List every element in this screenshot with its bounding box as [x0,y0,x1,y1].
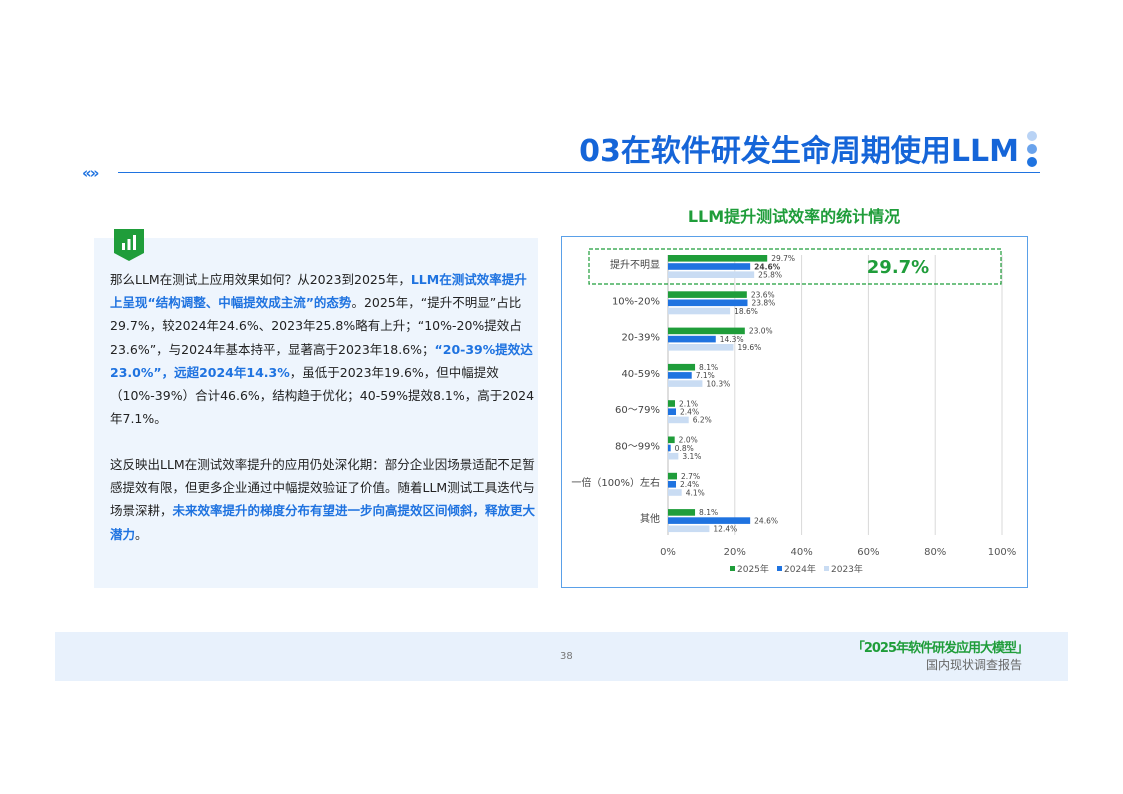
data-label: 8.1% [699,508,718,517]
x-tick-label: 0% [660,547,676,558]
bar-2025年 [668,327,745,335]
bar-2023年 [668,416,689,424]
footer: 38 「2025年软件研发应用大模型」 国内现状调查报告 [55,632,1068,681]
bar-2023年 [668,307,731,315]
category-label: 80～99% [615,442,660,453]
chart-title: LLM提升测试效率的统计情况 [687,207,901,226]
bar-2025年 [668,400,676,407]
bar-2024年 [668,481,677,488]
category-label: 一倍（100%）左右 [571,476,660,489]
category-label: 其他 [640,512,660,525]
legend-label: 2025年 [737,563,769,575]
report-title: 「2025年软件研发应用大模型」 [851,641,1029,656]
bar-2024年 [668,335,716,343]
analysis-paragraph-1: 那么LLM在测试上应用效果如何？从2023到2025年，LLM在测试效率提升上呈… [110,272,535,427]
bar-2024年 [668,372,692,379]
category-label: 60～79% [615,405,660,416]
x-tick-label: 40% [790,547,812,558]
bar-2024年 [668,444,671,452]
bar-2024年 [668,263,751,270]
bar-2023年 [668,452,679,460]
highlight-label: 29.7% [867,257,929,278]
bar-2023年 [668,344,734,351]
data-label: 3.1% [682,452,701,461]
data-label: 25.8% [758,271,782,280]
bar-2025年 [668,363,696,371]
category-label: 20-39% [621,333,660,344]
data-label: 6.2% [693,416,712,425]
chart-container: 0% 20% 40% 60% 80% 100% 29.7% 提升不明显 29.7% 24.6% 25… [561,236,1028,588]
analysis-paragraph-2: 这反映出LLM在测试效率提升的应用仍处深化期：部分企业因场景适配不足暂感提效有限… [110,457,536,542]
bar-2023年 [668,525,710,533]
bar-chart-icon [114,229,144,261]
data-label: 18.6% [734,307,758,316]
legend-swatch [730,566,735,571]
bar-2025年 [668,291,747,298]
legend-swatch [777,566,782,571]
category-label: 40-59% [621,369,660,380]
bar-2023年 [668,489,682,496]
bar-2024年 [668,408,677,415]
category-label: 10%-20% [612,296,660,307]
bar-2024年 [668,299,748,307]
legend-swatch [824,566,829,571]
data-label: 10.3% [706,379,730,388]
data-label: 19.6% [737,343,761,352]
data-label: 4.1% [686,488,705,497]
header-divider [118,172,1040,173]
title-dots-decoration [1026,131,1038,171]
bar-2025年 [668,509,696,516]
bar-2023年 [668,380,703,387]
category-label: 提升不明显 [610,259,660,271]
bar-chart: 0% 20% 40% 60% 80% 100%29.7%提升不明显29.7%24.6%25… [571,248,1017,575]
x-tick-label: 80% [924,547,946,558]
page-title: 03在软件研发生命周期使用LLM [579,134,1019,169]
bar-2024年 [668,517,751,524]
data-label: 24.6% [754,516,778,525]
bar-2025年 [668,472,678,480]
legend-label: 2024年 [784,563,816,575]
bar-2025年 [668,255,768,262]
bar-2023年 [668,271,755,278]
data-label: 12.4% [713,525,737,534]
x-tick-label: 60% [857,547,879,558]
x-tick-label: 20% [724,547,746,558]
report-subtitle: 国内现状调查报告 [925,658,1022,672]
double-chevron-icon: «» [82,164,99,182]
data-label: 23.0% [749,327,773,336]
legend-label: 2023年 [831,563,863,575]
x-tick-label: 100% [988,547,1017,558]
page-number: 38 [560,651,573,662]
bar-2025年 [668,436,675,444]
